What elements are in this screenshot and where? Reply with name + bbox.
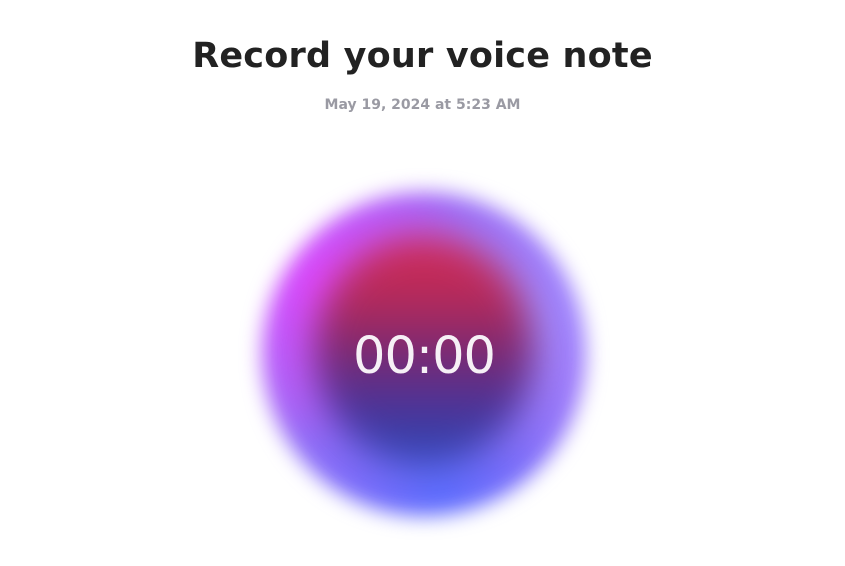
record-orb-button[interactable]: 00:00 [244, 174, 604, 534]
page-title: Record your voice note [192, 36, 653, 76]
recording-timestamp: May 19, 2024 at 5:23 AM [324, 97, 521, 113]
recording-timer: 00:00 [353, 326, 496, 386]
